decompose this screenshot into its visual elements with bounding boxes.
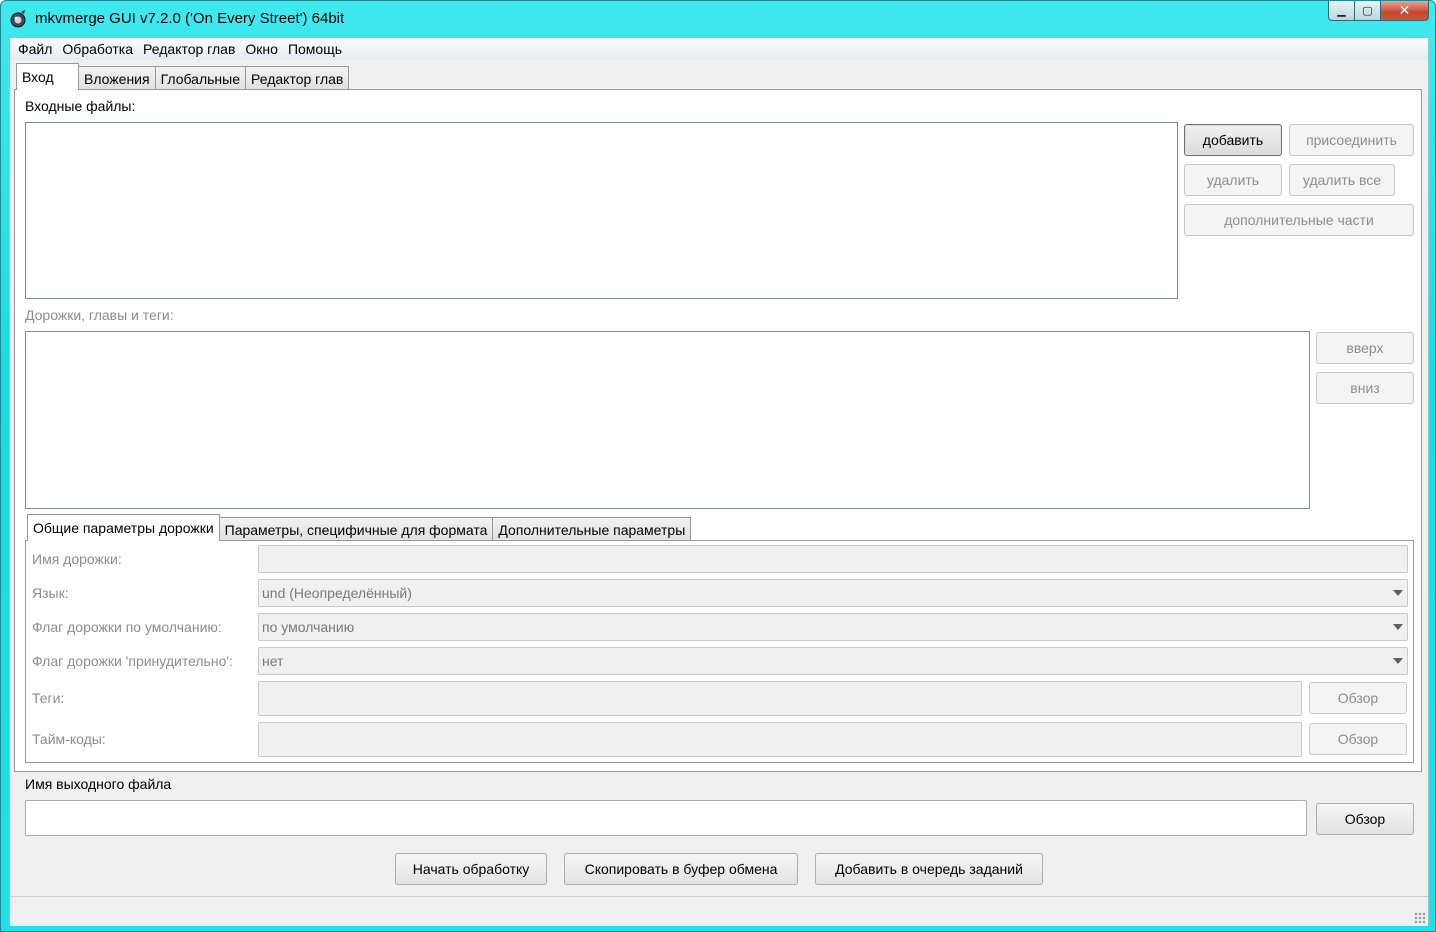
default-flag-value: по умолчанию [262, 619, 355, 635]
menu-chapter-editor[interactable]: Редактор глав [138, 41, 240, 57]
tab-global[interactable]: Глобальные [154, 66, 247, 90]
forced-flag-label: Флаг дорожки 'принудительно': [32, 653, 233, 669]
menu-processing[interactable]: Обработка [57, 41, 138, 57]
output-file-label: Имя выходного файла [25, 776, 172, 792]
tab-extra-options[interactable]: Дополнительные параметры [492, 517, 692, 541]
input-files-label: Входные файлы: [25, 98, 136, 114]
tags-browse-button[interactable]: Обзор [1309, 682, 1407, 714]
forced-flag-value: нет [262, 653, 284, 669]
timecodes-browse-button[interactable]: Обзор [1309, 723, 1407, 755]
minimize-button[interactable]: ▁ [1328, 1, 1355, 21]
move-up-button[interactable]: вверх [1316, 332, 1414, 364]
tracks-label: Дорожки, главы и теги: [25, 307, 174, 323]
minimize-icon: ▁ [1337, 4, 1346, 17]
language-value: und (Неопределённый) [262, 585, 412, 601]
menu-window[interactable]: Окно [240, 41, 283, 57]
main-tab-bar: Вход Вложения Глобальные Редактор глав [16, 63, 350, 90]
timecodes-input[interactable] [258, 722, 1302, 757]
client-area: Файл Обработка Редактор глав Окно Помощь… [9, 37, 1429, 926]
menu-file[interactable]: Файл [13, 41, 57, 57]
output-browse-button[interactable]: Обзор [1316, 803, 1414, 835]
title-bar[interactable]: mkvmerge GUI v7.2.0 ('On Every Street') … [1, 1, 1435, 37]
track-name-label: Имя дорожки: [32, 551, 122, 567]
status-bar [10, 896, 1428, 926]
tab-chapter-editor[interactable]: Редактор глав [245, 66, 350, 90]
maximize-icon: ▢ [1362, 4, 1373, 17]
timecodes-label: Тайм-коды: [32, 731, 106, 747]
tags-input[interactable] [258, 681, 1302, 716]
resize-grip-icon[interactable] [1414, 912, 1426, 924]
menu-bar: Файл Обработка Редактор глав Окно Помощь [10, 38, 1428, 60]
chevron-down-icon [1393, 624, 1403, 630]
tags-label: Теги: [32, 690, 65, 706]
remove-all-button[interactable]: удалить все [1289, 164, 1395, 196]
chevron-down-icon [1393, 590, 1403, 596]
add-button[interactable]: добавить [1184, 124, 1282, 156]
track-tab-bar: Общие параметры дорожки Параметры, специ… [27, 514, 692, 541]
maximize-button[interactable]: ▢ [1355, 1, 1381, 21]
tab-format-specific-options[interactable]: Параметры, специфичные для формата [218, 517, 494, 541]
add-to-queue-button[interactable]: Добавить в очередь заданий [815, 853, 1043, 885]
close-icon: ✕ [1398, 2, 1411, 19]
output-file-input[interactable] [25, 800, 1307, 836]
forced-flag-select[interactable]: нет [258, 647, 1408, 675]
start-muxing-button[interactable]: Начать обработку [395, 853, 547, 885]
track-options-panel: Имя дорожки: Язык: und (Неопределённый) … [25, 540, 1414, 763]
mkvmerge-app-icon [10, 10, 26, 28]
track-name-input[interactable] [258, 545, 1408, 573]
remove-button[interactable]: удалить [1184, 164, 1282, 196]
language-select[interactable]: und (Неопределённый) [258, 579, 1408, 607]
chevron-down-icon [1393, 658, 1403, 664]
language-label: Язык: [32, 585, 69, 601]
tab-attachments[interactable]: Вложения [78, 66, 156, 90]
tab-input[interactable]: Вход [16, 63, 79, 90]
window-title: mkvmerge GUI v7.2.0 ('On Every Street') … [35, 10, 345, 27]
additional-parts-button[interactable]: дополнительные части [1184, 204, 1414, 236]
tracks-list[interactable] [25, 331, 1310, 509]
copy-to-clipboard-button[interactable]: Скопировать в буфер обмена [564, 853, 798, 885]
app-window: mkvmerge GUI v7.2.0 ('On Every Street') … [0, 0, 1436, 932]
close-button[interactable]: ✕ [1381, 1, 1429, 21]
default-flag-label: Флаг дорожки по умолчанию: [32, 619, 222, 635]
tab-general-track-options[interactable]: Общие параметры дорожки [27, 514, 220, 541]
input-tab-panel: Входные файлы: добавить присоединить уда… [14, 89, 1422, 772]
append-button[interactable]: присоединить [1289, 124, 1414, 156]
move-down-button[interactable]: вниз [1316, 372, 1414, 404]
menu-help[interactable]: Помощь [283, 41, 347, 57]
input-files-list[interactable] [25, 122, 1178, 299]
default-flag-select[interactable]: по умолчанию [258, 613, 1408, 641]
